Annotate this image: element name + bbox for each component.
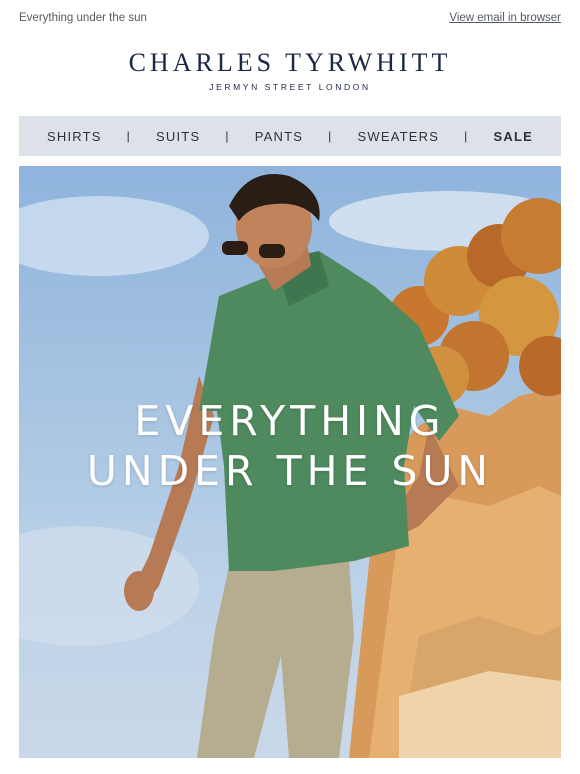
nav-item-pants[interactable]: PANTS [255,129,303,144]
nav-item-sale[interactable]: SALE [493,129,532,144]
view-in-browser-link[interactable]: View email in browser [449,12,561,24]
preheader: Everything under the sun View email in b… [19,10,561,26]
preheader-text: Everything under the sun [19,12,147,24]
brand-tagline: JERMYN STREET LONDON [209,82,371,92]
hero-banner[interactable]: EVERYTHING UNDER THE SUN [19,166,561,758]
nav-separator: | [464,129,469,143]
nav-separator: | [126,129,131,143]
category-nav: SHIRTS | SUITS | PANTS | SWEATERS | SALE [19,116,561,156]
hero-headline-line2: UNDER THE SUN [86,447,494,495]
nav-item-shirts[interactable]: SHIRTS [47,129,102,144]
hero-headline: EVERYTHING UNDER THE SUN [19,396,561,496]
hero-headline-line1: EVERYTHING [134,397,446,445]
email-page: Everything under the sun View email in b… [0,0,580,774]
nav-item-sweaters[interactable]: SWEATERS [358,129,440,144]
brand-name: CHARLES TYRWHITT [128,48,452,77]
nav-item-suits[interactable]: SUITS [156,129,200,144]
brand-logo[interactable]: CHARLES TYRWHITT JERMYN STREET LONDON [0,48,580,93]
nav-separator: | [328,129,333,143]
nav-separator: | [225,129,230,143]
